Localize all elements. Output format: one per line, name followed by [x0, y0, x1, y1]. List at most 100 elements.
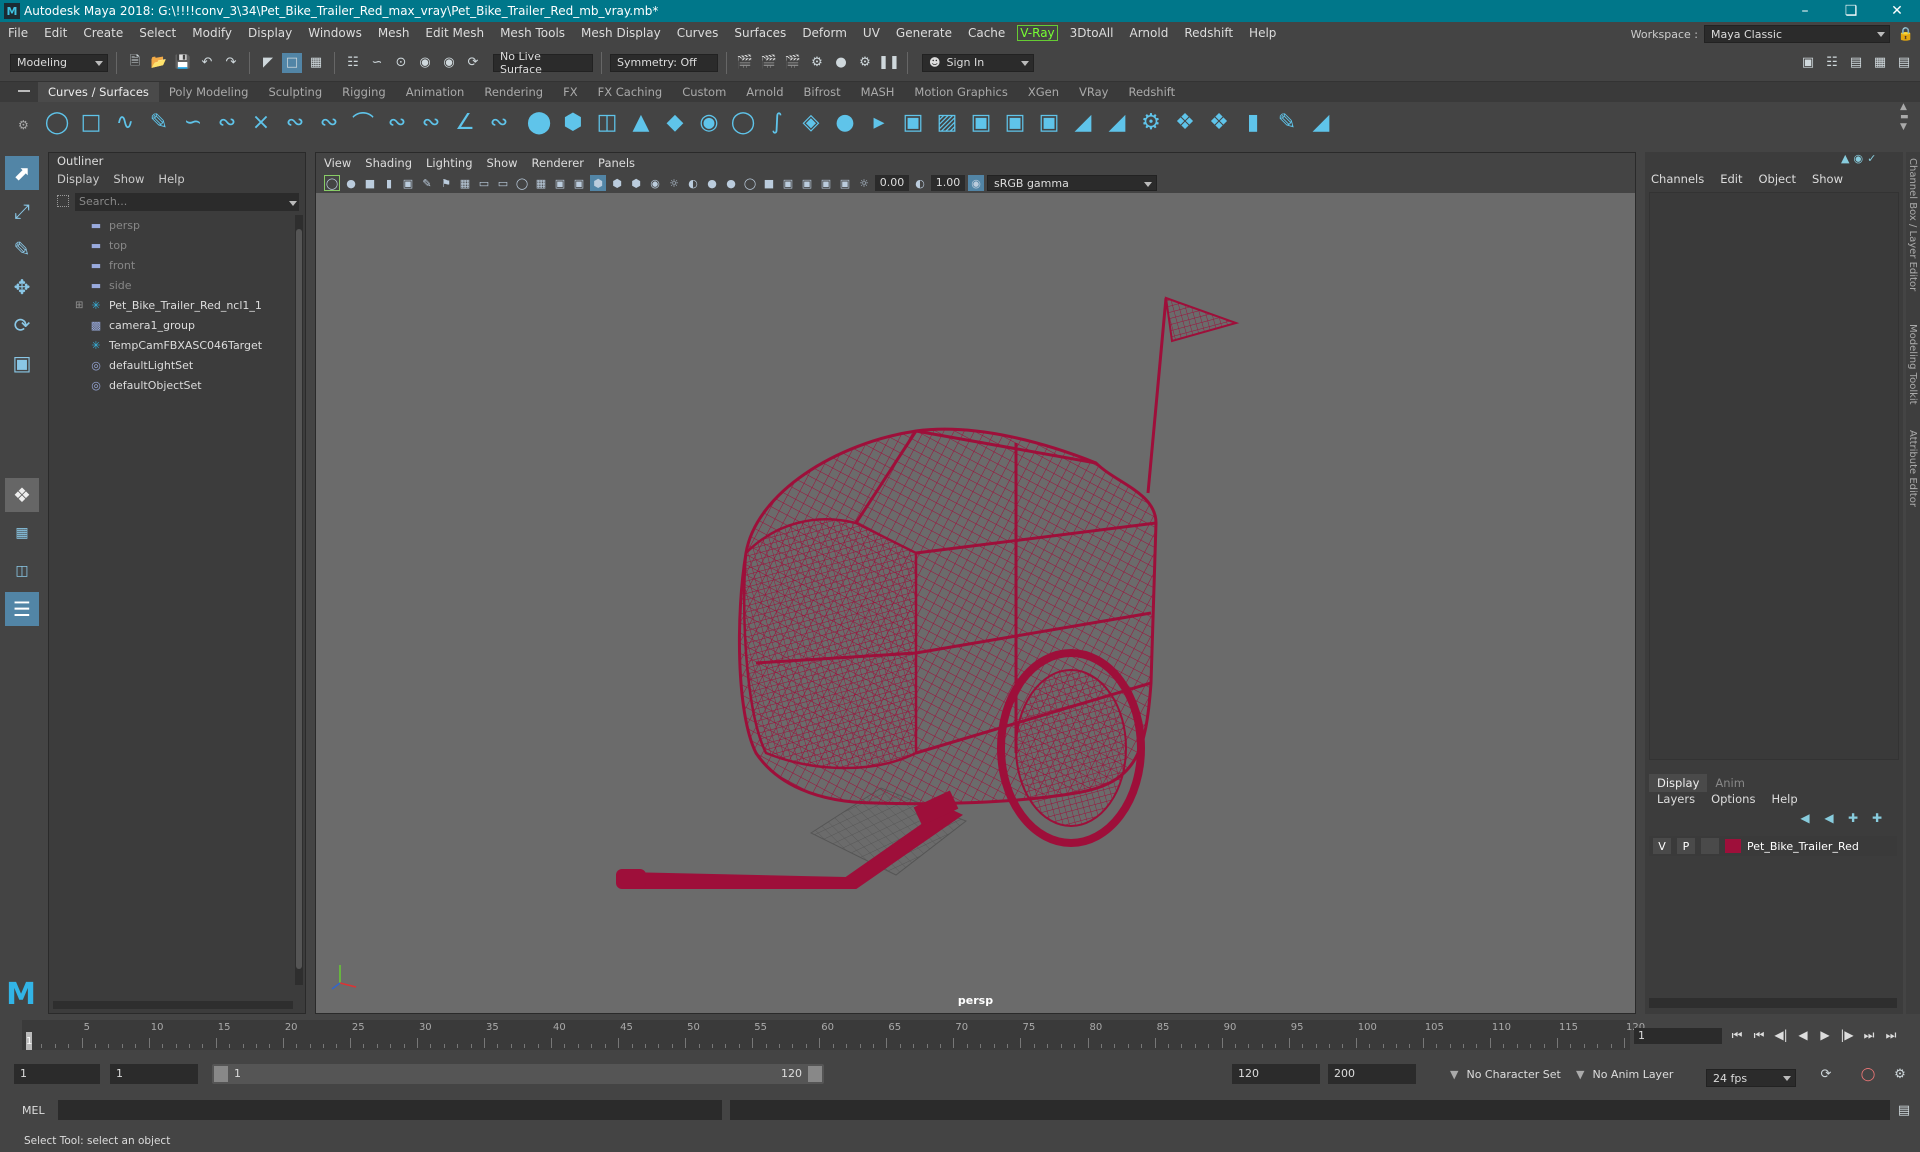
outliner-item[interactable]: ✳ TempCamFBXASC046Target: [75, 335, 295, 355]
sculpt-geometry-icon[interactable]: ✎: [1272, 107, 1302, 137]
snap-curve-icon[interactable]: ∽: [367, 53, 387, 73]
attach-surface-icon[interactable]: ⚙: [1136, 107, 1166, 137]
menu-uv[interactable]: UV: [855, 26, 888, 40]
outliner-menu-display[interactable]: Display: [57, 172, 99, 186]
outliner-item[interactable]: ◎ defaultObjectSet: [75, 375, 295, 395]
menu-arnold[interactable]: Arnold: [1121, 26, 1176, 40]
menu-redshift[interactable]: Redshift: [1176, 26, 1241, 40]
curve-offset-icon[interactable]: ∾: [416, 107, 446, 137]
animation-start-field[interactable]: 1: [14, 1064, 100, 1084]
select-component-icon[interactable]: ▦: [306, 53, 326, 73]
untrim-icon[interactable]: ◢: [1068, 107, 1098, 137]
channel-box-menu-object[interactable]: Object: [1759, 172, 1796, 186]
shelf-tab-bifrost[interactable]: Bifrost: [793, 82, 851, 102]
safe-title-icon[interactable]: ▣: [571, 175, 587, 191]
new-scene-icon[interactable]: 🗎: [125, 53, 145, 73]
loop-icon[interactable]: ⟳: [1816, 1064, 1836, 1084]
shadows-icon[interactable]: ◐: [685, 175, 701, 191]
trim-icon[interactable]: ▣: [1034, 107, 1064, 137]
wireframe-icon[interactable]: ⬢: [590, 175, 606, 191]
cv-curve-icon[interactable]: ∽: [178, 107, 208, 137]
outliner-tab[interactable]: Outliner: [49, 153, 112, 169]
menu-curves[interactable]: Curves: [669, 26, 727, 40]
live-surface-field[interactable]: No Live Surface: [493, 50, 593, 76]
render-settings-icon[interactable]: ⚙: [807, 53, 827, 73]
shelf-tab-custom[interactable]: Custom: [672, 82, 737, 102]
square-surface-icon[interactable]: ▣: [966, 107, 996, 137]
gamma-field[interactable]: 1.00: [931, 175, 965, 191]
xray-components-icon[interactable]: ▣: [837, 175, 853, 191]
tool-settings-icon[interactable]: ▦: [1870, 53, 1890, 73]
shelf-tab-curves-surfaces[interactable]: Curves / Surfaces: [38, 82, 159, 102]
layer-menu-layers[interactable]: Layers: [1657, 792, 1695, 806]
camera-attributes-icon[interactable]: ●: [343, 175, 359, 191]
single-view-icon[interactable]: ❖: [5, 478, 39, 512]
layer-tab-anim[interactable]: Anim: [1707, 774, 1753, 792]
shelf-scroll-icon[interactable]: ▲ ▬ ▼: [1900, 102, 1909, 132]
curve-attach-icon[interactable]: ∾: [314, 107, 344, 137]
move-layer-up-icon[interactable]: ◀: [1795, 810, 1815, 826]
layer-display-type[interactable]: [1701, 838, 1719, 854]
layer-menu-help[interactable]: Help: [1771, 792, 1797, 806]
move-layer-down-icon[interactable]: ◀: [1819, 810, 1839, 826]
shelf-settings-icon[interactable]: ⚙: [18, 118, 29, 132]
detach-surface-icon[interactable]: ❖: [1170, 107, 1200, 137]
menu-3dtoall[interactable]: 3DtoAll: [1062, 26, 1122, 40]
anim-layer-dropdown[interactable]: ▼ No Anim Layer: [1576, 1068, 1673, 1081]
play-forward-icon[interactable]: ▶: [1816, 1026, 1834, 1044]
channel-box-menu-channels[interactable]: Channels: [1651, 172, 1704, 186]
side-tab-channel-box[interactable]: Channel Box / Layer Editor: [1907, 158, 1918, 291]
outliner-layout-icon[interactable]: ☰: [5, 592, 39, 626]
shelf-tab-rendering[interactable]: Rendering: [474, 82, 554, 102]
hypershade-icon[interactable]: ●: [831, 53, 851, 73]
menu-file[interactable]: File: [0, 26, 36, 40]
four-view-icon[interactable]: ▦: [5, 516, 39, 550]
textured-icon[interactable]: ◉: [647, 175, 663, 191]
viewport-menu-view[interactable]: View: [324, 156, 351, 170]
expand-icon[interactable]: ⊞: [75, 300, 87, 311]
character-controls-icon[interactable]: ☷: [1822, 53, 1842, 73]
current-frame-field[interactable]: 1: [1634, 1028, 1722, 1044]
outliner-vertical-scrollbar[interactable]: [295, 215, 303, 985]
range-start-handle[interactable]: [214, 1066, 228, 1082]
menu-help[interactable]: Help: [1241, 26, 1284, 40]
xray-icon[interactable]: ▣: [799, 175, 815, 191]
anti-aliasing-icon[interactable]: ◯: [742, 175, 758, 191]
curve-fillet-icon[interactable]: ∾: [280, 107, 310, 137]
select-hierarchy-icon[interactable]: ◤: [258, 53, 278, 73]
step-back-key-icon[interactable]: ⏮: [1750, 1026, 1768, 1044]
maya-home-logo-icon[interactable]: M: [4, 980, 38, 1010]
animation-end-field[interactable]: 200: [1328, 1064, 1416, 1084]
open-close-surface-icon[interactable]: ❖: [1204, 107, 1234, 137]
wireframe-on-shaded-icon[interactable]: ⬢: [628, 175, 644, 191]
nurbs-sphere-icon[interactable]: ⬤: [524, 107, 554, 137]
lasso-tool-icon[interactable]: ⤢: [5, 194, 39, 228]
new-layer-selected-icon[interactable]: ✚: [1867, 810, 1887, 826]
playback-end-field[interactable]: 120: [1232, 1064, 1320, 1084]
birail-icon[interactable]: ▸: [864, 107, 894, 137]
scrollbar-thumb[interactable]: [296, 229, 302, 969]
go-to-start-icon[interactable]: ⏮: [1728, 1026, 1746, 1044]
outliner-item[interactable]: ⊞ ✳ Pet_Bike_Trailer_Red_ncl1_1: [75, 295, 295, 315]
snap-grid-icon[interactable]: ☷: [343, 53, 363, 73]
step-back-frame-icon[interactable]: ◀|: [1772, 1026, 1790, 1044]
film-gate-icon[interactable]: ▭: [476, 175, 492, 191]
rotate-tool-icon[interactable]: ⟳: [5, 308, 39, 342]
attribute-icon[interactable]: ✓: [1867, 152, 1876, 165]
playback-start-field[interactable]: 1: [110, 1064, 198, 1084]
color-management-icon[interactable]: ◉: [968, 175, 984, 191]
outliner-item[interactable]: ▬ top: [75, 235, 295, 255]
field-chart-icon[interactable]: ▦: [533, 175, 549, 191]
shelf-tab-arnold[interactable]: Arnold: [736, 82, 794, 102]
viewport-menu-show[interactable]: Show: [487, 156, 518, 170]
persp-outliner-layout-icon[interactable]: ◫: [5, 554, 39, 588]
image-plane-icon[interactable]: ▮: [381, 175, 397, 191]
select-tool-icon[interactable]: ⬈: [5, 156, 39, 190]
shelf-tab-fx[interactable]: FX: [553, 82, 588, 102]
move-tool-icon[interactable]: ✥: [5, 270, 39, 304]
shelf-menu-icon[interactable]: [18, 90, 30, 92]
bezier-curve-icon[interactable]: ∾: [212, 107, 242, 137]
new-layer-icon[interactable]: ✚: [1843, 810, 1863, 826]
curve-cut-icon[interactable]: ∾: [484, 107, 514, 137]
menu-generate[interactable]: Generate: [888, 26, 960, 40]
